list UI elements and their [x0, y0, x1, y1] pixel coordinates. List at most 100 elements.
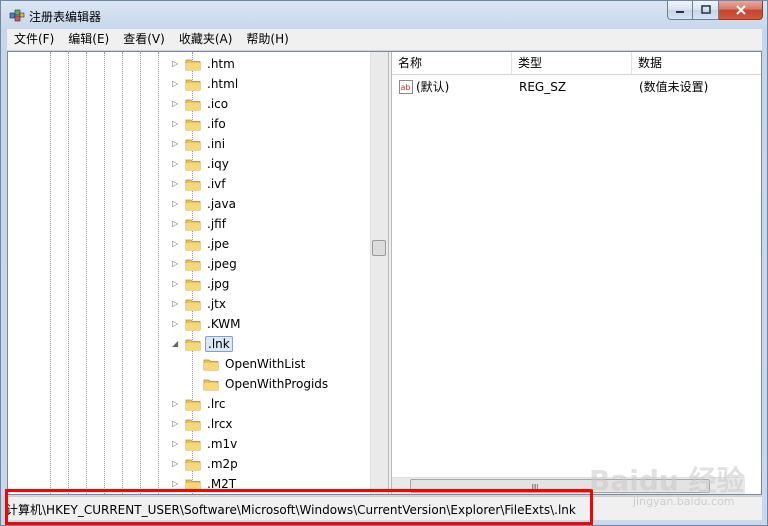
registry-editor-window: 注册表编辑器 文件(F) 编辑(E) 查看(V) 收藏夹(A) 帮助(H) ▷ … [0, 0, 768, 526]
tree-guide-line [104, 52, 105, 494]
menu-file[interactable]: 文件(F) [7, 29, 61, 50]
folder-icon [185, 179, 201, 190]
tree-item[interactable]: ▷ .jpeg [172, 254, 239, 274]
folder-icon [185, 319, 201, 330]
tree-item[interactable]: ▷ .m2p [172, 454, 240, 474]
tree-item[interactable]: ▷ .m1v [172, 434, 239, 454]
close-button[interactable] [719, 1, 763, 20]
expand-arrow-icon[interactable]: ▷ [172, 439, 180, 449]
tree-item[interactable]: OpenWithProgids [190, 374, 330, 394]
menu-favorites[interactable]: 收藏夹(A) [172, 29, 240, 50]
tree-guide-line [158, 52, 159, 494]
menu-edit[interactable]: 编辑(E) [61, 29, 116, 50]
tree-item[interactable]: OpenWithList [190, 354, 307, 374]
tree-item[interactable]: ▷ .ini [172, 134, 227, 154]
tree-item[interactable]: ▷ .iqy [172, 154, 231, 174]
tree-item[interactable]: ▷ .ivf [172, 174, 227, 194]
tree-item[interactable]: ▷ .jpg [172, 274, 231, 294]
tree-item[interactable]: ▷ .htm [172, 54, 237, 74]
tree-item[interactable]: ▷ .jpe [172, 234, 231, 254]
folder-icon [185, 339, 201, 350]
title-bar[interactable]: 注册表编辑器 [1, 1, 767, 29]
tree-item[interactable]: ▷ .lrcx [172, 414, 235, 434]
tree-item[interactable]: ▷ .jtx [172, 294, 228, 314]
folder-icon [185, 399, 201, 410]
svg-text:ab: ab [401, 83, 411, 92]
folder-icon [185, 279, 201, 290]
folder-icon [185, 79, 201, 90]
folder-icon [185, 239, 201, 250]
folder-icon [185, 119, 201, 130]
tree-item-label: .lrcx [207, 417, 233, 431]
expand-arrow-icon[interactable]: ▷ [172, 219, 180, 229]
folder-icon [185, 419, 201, 430]
tree-item[interactable]: ◢ .lnk [172, 334, 233, 354]
tree-item[interactable]: ▷ .html [172, 74, 240, 94]
expand-arrow-icon[interactable]: ▷ [172, 479, 180, 489]
main-panes: ▷ .htm ▷ .html ▷ .ico ▷ .ifo ▷ .ini ▷ .iqy ▷ .ivf ▷ .ja… [7, 51, 762, 495]
maximize-icon [700, 5, 711, 14]
expand-arrow-icon[interactable]: ▷ [172, 79, 180, 89]
tree-item[interactable]: ▷ .jfif [172, 214, 228, 234]
tree-item-label: OpenWithProgids [225, 377, 329, 391]
column-header-data[interactable]: 数据 [632, 52, 761, 74]
path-highlight-box [5, 489, 593, 525]
expand-arrow-icon[interactable]: ▷ [172, 99, 180, 109]
tree-item-label: .m1v [207, 437, 238, 451]
tree-item-label: .java [207, 197, 236, 211]
tree-item-label: .lnk [205, 336, 233, 352]
menu-help[interactable]: 帮助(H) [239, 29, 295, 50]
value-data: (数值未设置) [639, 80, 709, 94]
window-title: 注册表编辑器 [29, 10, 102, 24]
expand-arrow-icon[interactable]: ▷ [172, 399, 180, 409]
key-tree[interactable]: ▷ .htm ▷ .html ▷ .ico ▷ .ifo ▷ .ini ▷ .iqy ▷ .ivf ▷ .ja… [8, 52, 391, 494]
tree-vertical-scrollbar[interactable] [370, 52, 388, 494]
expand-arrow-icon[interactable]: ▷ [172, 459, 180, 469]
collapse-arrow-icon[interactable]: ◢ [172, 339, 180, 349]
tree-item-label: .jpg [207, 277, 230, 291]
list-row[interactable]: ab (默认) REG_SZ (数值未设置) [392, 78, 761, 96]
tree-item[interactable]: ▷ .KWM [172, 314, 242, 334]
tree-item-label: .ini [207, 137, 226, 151]
expand-arrow-icon[interactable]: ▷ [172, 299, 180, 309]
value-list[interactable]: 名称 类型 数据 ab (默认) REG_SZ (数值未设置) |||| [392, 52, 761, 494]
expand-arrow-icon[interactable]: ▷ [172, 159, 180, 169]
tree-item[interactable]: ▷ .java [172, 194, 238, 214]
column-header-type[interactable]: 类型 [512, 52, 632, 74]
expand-arrow-icon[interactable]: ▷ [172, 119, 180, 129]
expand-arrow-icon[interactable]: ▷ [172, 59, 180, 69]
folder-icon [185, 459, 201, 470]
expand-arrow-icon[interactable]: ▷ [172, 199, 180, 209]
tree-item-label: .jpeg [207, 257, 237, 271]
maximize-button[interactable] [693, 1, 719, 20]
expand-arrow-icon[interactable]: ▷ [172, 319, 180, 329]
tree-item[interactable]: ▷ .lrc [172, 394, 227, 414]
tree-item-label: .m2p [207, 457, 238, 471]
expand-arrow-icon[interactable]: ▷ [172, 259, 180, 269]
folder-icon [185, 219, 201, 230]
menu-view[interactable]: 查看(V) [116, 29, 172, 50]
expand-arrow-icon[interactable]: ▷ [172, 239, 180, 249]
registry-editor-icon [9, 9, 25, 22]
expand-arrow-icon[interactable]: ▷ [172, 279, 180, 289]
tree-guide-line [140, 52, 141, 494]
watermark-logo: Baidu 经验 [589, 464, 745, 497]
minimize-button[interactable] [667, 1, 693, 20]
expand-arrow-icon[interactable]: ▷ [172, 179, 180, 189]
folder-icon [185, 59, 201, 70]
minimize-icon [676, 11, 684, 13]
tree-item-label: .htm [207, 57, 235, 71]
column-header-name[interactable]: 名称 [392, 52, 512, 74]
list-header: 名称 类型 数据 [392, 52, 761, 75]
tree-item-label: OpenWithList [225, 357, 306, 371]
tree-item[interactable]: ▷ .ico [172, 94, 230, 114]
tree-item[interactable]: ▷ .ifo [172, 114, 228, 134]
expand-arrow-icon[interactable]: ▷ [172, 419, 180, 429]
tree-item-label: .KWM [207, 317, 241, 331]
folder-icon [203, 379, 219, 390]
expand-arrow-icon[interactable]: ▷ [172, 139, 180, 149]
folder-icon [185, 199, 201, 210]
close-icon [735, 5, 746, 15]
tree-scroll-thumb[interactable] [372, 240, 386, 256]
tree-item-label: .jfif [207, 217, 226, 231]
